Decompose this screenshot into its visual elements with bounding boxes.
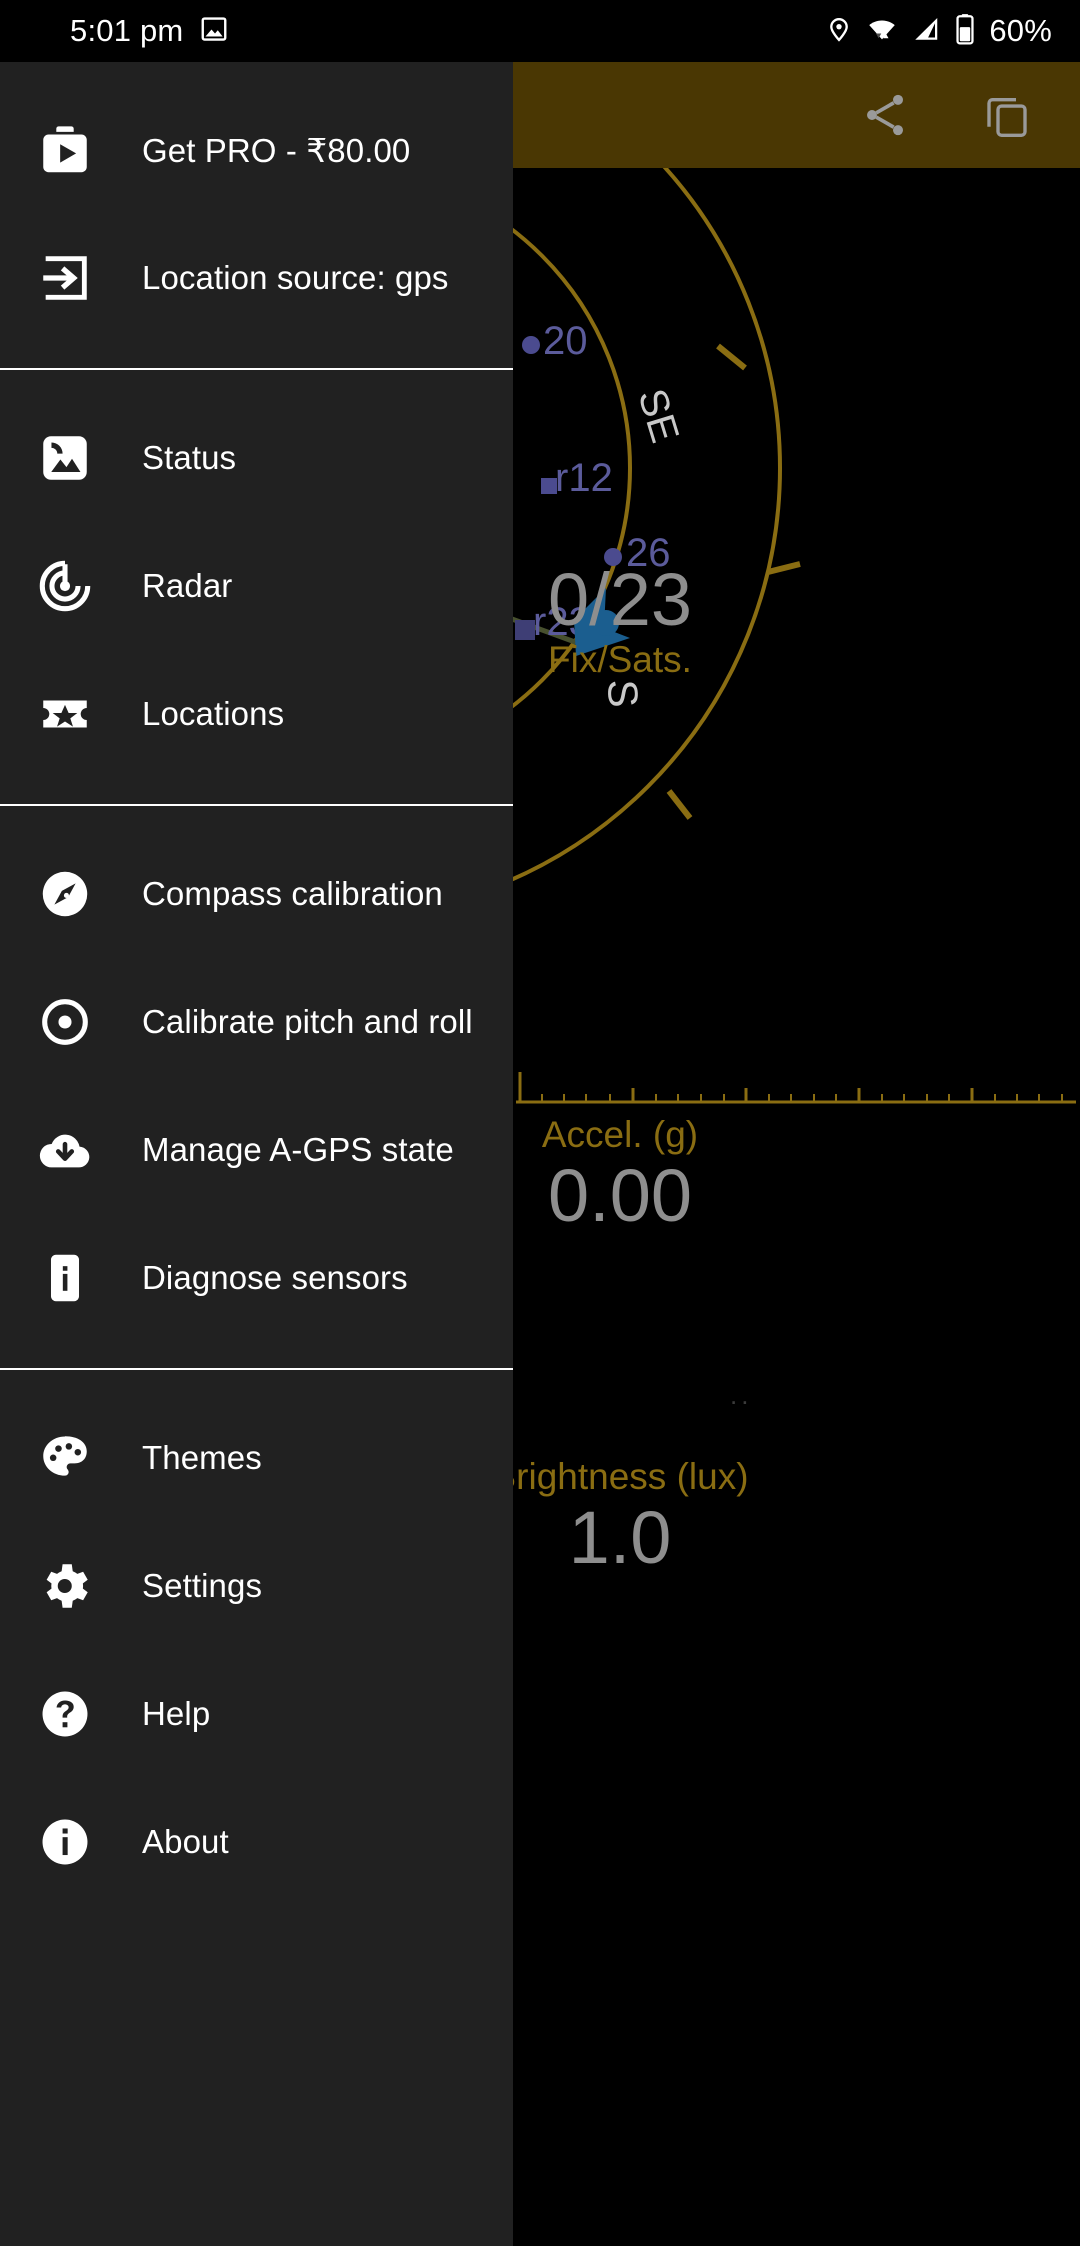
info-circle-icon	[30, 1807, 100, 1877]
drawer-item-label: Compass calibration	[142, 875, 443, 912]
status-bar: 5:01 pm 60%	[0, 0, 1080, 62]
wifi-icon	[866, 14, 898, 49]
drawer-section-account: Get PRO - ₹80.00 Location source: gps	[0, 62, 513, 368]
drawer-item-label: Get PRO - ₹80.00	[142, 131, 411, 169]
image-icon	[199, 14, 229, 49]
navigation-drawer: Get PRO - ₹80.00 Location source: gps St…	[0, 62, 513, 2246]
login-arrow-icon	[30, 243, 100, 313]
drawer-item-themes[interactable]: Themes	[0, 1414, 513, 1502]
help-circle-icon	[30, 1679, 100, 1749]
drawer-item-label: Manage A-GPS state	[142, 1131, 454, 1168]
image-landscape-icon	[30, 423, 100, 493]
play-store-briefcase-icon	[30, 115, 100, 185]
drawer-item-label: Diagnose sensors	[142, 1259, 408, 1296]
drawer-item-diagnose-sensors[interactable]: Diagnose sensors	[0, 1234, 513, 1322]
drawer-section-views: Status Radar Locations	[0, 370, 513, 804]
drawer-item-label: About	[142, 1823, 229, 1860]
battery-icon	[954, 13, 976, 50]
drawer-item-radar[interactable]: Radar	[0, 542, 513, 630]
battery-percent: 60%	[989, 13, 1052, 48]
status-bar-left: 5:01 pm	[0, 13, 229, 49]
drawer-item-location-source[interactable]: Location source: gps	[0, 234, 513, 322]
ticket-star-icon	[30, 679, 100, 749]
drawer-item-locations[interactable]: Locations	[0, 670, 513, 758]
drawer-item-get-pro[interactable]: Get PRO - ₹80.00	[0, 106, 513, 194]
status-bar-right: 60%	[825, 13, 1080, 50]
drawer-item-label: Help	[142, 1695, 211, 1732]
location-pin-icon	[825, 14, 853, 49]
drawer-item-label: Settings	[142, 1567, 263, 1604]
drawer-section-app: Themes Settings Help About	[0, 1370, 513, 1886]
cloud-download-icon	[30, 1115, 100, 1185]
drawer-item-label: Locations	[142, 695, 285, 732]
drawer-item-compass-calibration[interactable]: Compass calibration	[0, 850, 513, 938]
radar-icon	[30, 551, 100, 621]
target-dot-icon	[30, 987, 100, 1057]
drawer-item-label: Radar	[142, 567, 233, 604]
compass-icon	[30, 859, 100, 929]
drawer-item-calibrate-pitch-roll[interactable]: Calibrate pitch and roll	[0, 978, 513, 1066]
gear-icon	[30, 1551, 100, 1621]
drawer-item-settings[interactable]: Settings	[0, 1542, 513, 1630]
phone-info-icon	[30, 1243, 100, 1313]
phone-screen: SE S 20 r12 26 r23 0/23 Fix/Sats. Accel.…	[0, 0, 1080, 2246]
drawer-item-label: Status	[142, 439, 237, 476]
drawer-item-label: Calibrate pitch and roll	[142, 1003, 473, 1040]
palette-icon	[30, 1423, 100, 1493]
drawer-item-manage-agps[interactable]: Manage A-GPS state	[0, 1106, 513, 1194]
cellular-signal-icon	[911, 14, 941, 49]
drawer-item-label: Location source: gps	[142, 259, 449, 296]
drawer-item-status[interactable]: Status	[0, 414, 513, 502]
drawer-item-label: Themes	[142, 1439, 262, 1476]
drawer-item-about[interactable]: About	[0, 1798, 513, 1886]
clock: 5:01 pm	[70, 13, 184, 48]
drawer-item-help[interactable]: Help	[0, 1670, 513, 1758]
drawer-section-calibration: Compass calibration Calibrate pitch and …	[0, 806, 513, 1368]
